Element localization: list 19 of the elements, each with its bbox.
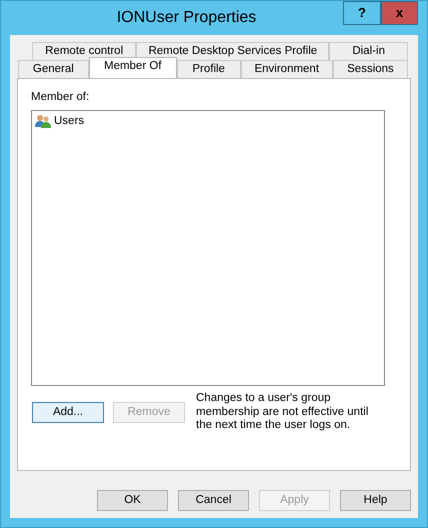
window-title: IONUser Properties: [116, 8, 258, 28]
list-label: Member of:: [31, 90, 90, 105]
dialog-button[interactable]: Help: [340, 490, 411, 511]
note-text: Changes to a user's group membership are not effective until the next time the user logs on.: [196, 392, 370, 433]
users-icon: [35, 114, 51, 130]
tab[interactable]: General: [18, 60, 89, 78]
tab[interactable]: Dial-in: [329, 42, 408, 60]
tab[interactable]: Sessions: [332, 60, 408, 78]
tab[interactable]: Remote control: [32, 42, 136, 60]
group-item[interactable]: Users: [54, 113, 84, 130]
close-button[interactable]: x: [381, 1, 418, 25]
action-button[interactable]: Add...: [32, 402, 104, 424]
tab[interactable]: Environment: [240, 60, 333, 78]
tab[interactable]: Remote Desktop Services Profile: [136, 42, 330, 60]
tab[interactable]: Member Of: [88, 57, 177, 78]
dialog-button[interactable]: Cancel: [178, 490, 249, 511]
help-button[interactable]: ?: [343, 1, 381, 25]
dialog-button[interactable]: OK: [97, 490, 168, 511]
tab[interactable]: Profile: [176, 60, 241, 78]
